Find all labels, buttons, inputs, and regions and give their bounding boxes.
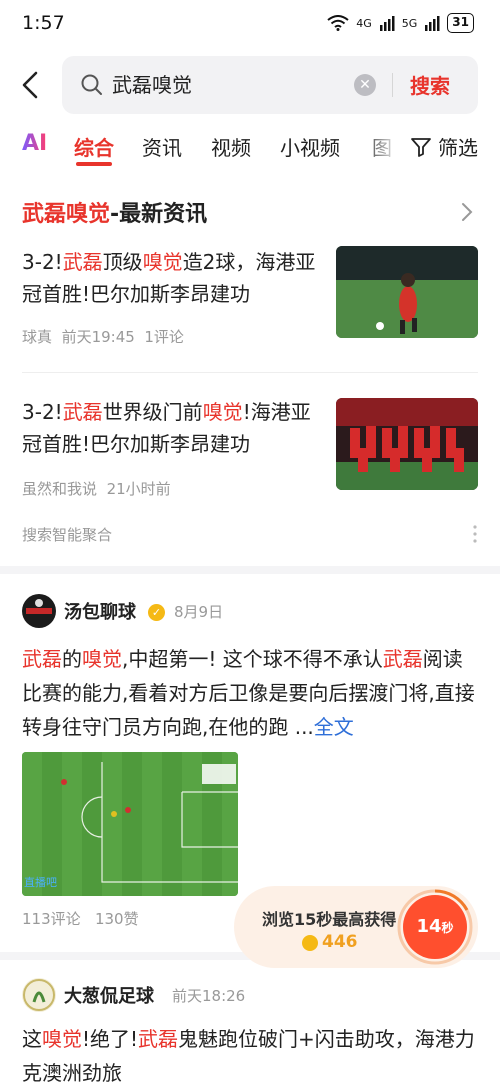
news-thumbnail bbox=[336, 246, 478, 338]
network-5g-label: 5G bbox=[401, 16, 418, 30]
signal-icon bbox=[379, 16, 395, 31]
full-text-link[interactable]: 全文 bbox=[314, 715, 354, 739]
signal-icon-2 bbox=[425, 16, 440, 31]
filter-label: 筛选 bbox=[438, 136, 478, 160]
section-suffix: -最新资讯 bbox=[110, 202, 208, 227]
countdown-timer: 14秒 bbox=[396, 888, 474, 966]
section-keyword: 武磊嗅觉 bbox=[22, 202, 111, 227]
author-name[interactable]: 汤包聊球 bbox=[64, 598, 136, 624]
tab-short-video[interactable]: 小视频 bbox=[280, 132, 340, 161]
status-time: 1:57 bbox=[22, 12, 65, 34]
search-divider bbox=[392, 73, 393, 97]
filter-button[interactable]: 筛选 bbox=[402, 132, 478, 161]
news-title: 3-2!武磊顶级嗅觉造2球，海港亚冠首胜!巴尔加斯李昂建功 bbox=[22, 250, 316, 306]
battery-icon: 31 bbox=[447, 13, 474, 33]
coin-icon bbox=[302, 935, 318, 951]
verified-icon: ✓ bbox=[148, 604, 165, 621]
news-source: 虽然和我说 bbox=[22, 480, 98, 498]
search-row: ✕ 搜索 bbox=[0, 56, 500, 114]
news-time: 21小时前 bbox=[106, 480, 171, 498]
back-arrow-icon[interactable] bbox=[18, 70, 44, 100]
tab-comprehensive[interactable]: 综合 bbox=[74, 132, 114, 161]
post-comments: 113评论 bbox=[22, 910, 81, 928]
latest-news-header[interactable]: 武磊嗅觉-最新资讯 bbox=[22, 196, 207, 228]
search-input[interactable] bbox=[112, 71, 392, 95]
post-body[interactable]: 武磊的嗅觉,中超第一! 这个球不得不承认武磊阅读比赛的能力,看着对方后卫像是要向… bbox=[22, 642, 480, 744]
smart-aggregate-label: 搜索智能聚合 bbox=[22, 526, 113, 544]
search-icon bbox=[81, 74, 102, 95]
news-thumbnail bbox=[336, 398, 478, 490]
reward-title: 浏览15秒最高获得 bbox=[262, 910, 397, 929]
search-box[interactable]: ✕ 搜索 bbox=[62, 56, 478, 114]
category-tabs: AI 综合 资讯 视频 小视频 图 筛选 bbox=[0, 128, 500, 168]
news-source: 球真 bbox=[22, 328, 53, 346]
news-title: 3-2!武磊世界级门前嗅觉!海港亚冠首胜!巴尔加斯李昂建功 bbox=[22, 400, 311, 456]
timer-value: 14秒 bbox=[403, 895, 467, 959]
search-button[interactable]: 搜索 bbox=[410, 70, 450, 99]
section-gap bbox=[0, 566, 500, 574]
avatar[interactable] bbox=[22, 978, 56, 1012]
wifi-icon bbox=[327, 15, 349, 31]
news-comments: 1评论 bbox=[144, 328, 184, 346]
tabs-fade bbox=[360, 128, 400, 168]
post-body[interactable]: 这嗅觉!绝了!武磊鬼魅跑位破门+闪击助攻，海港力克澳洲劲旅 bbox=[22, 1022, 480, 1083]
active-tab-indicator bbox=[76, 162, 112, 166]
post-header[interactable]: 大葱侃足球 前天18:26 bbox=[22, 978, 478, 1014]
news-item[interactable]: 3-2!武磊世界级门前嗅觉!海港亚冠首胜!巴尔加斯李昂建功 虽然和我说 21小时… bbox=[22, 396, 478, 506]
network-4g-label: 4G bbox=[356, 16, 372, 30]
post-video-thumbnail[interactable]: 直播吧 bbox=[22, 752, 238, 896]
clear-icon[interactable]: ✕ bbox=[354, 74, 376, 96]
browse-reward-widget[interactable]: 浏览15秒最高获得 446 14秒 bbox=[234, 886, 478, 968]
avatar[interactable] bbox=[22, 594, 56, 628]
status-bar: 1:57 4G 5G 31 bbox=[0, 0, 500, 50]
divider bbox=[22, 372, 478, 373]
filter-icon bbox=[411, 137, 431, 157]
reward-coins: 446 bbox=[322, 932, 358, 952]
tab-video[interactable]: 视频 bbox=[211, 132, 251, 161]
svg-text:直播吧: 直播吧 bbox=[24, 875, 57, 889]
news-meta: 虽然和我说 21小时前 bbox=[22, 478, 171, 499]
news-item[interactable]: 3-2!武磊顶级嗅觉造2球，海港亚冠首胜!巴尔加斯李昂建功 球真 前天19:45… bbox=[22, 246, 478, 356]
tab-news[interactable]: 资讯 bbox=[142, 132, 182, 161]
post-header[interactable]: 汤包聊球 ✓ 8月9日 bbox=[22, 594, 478, 630]
post-likes: 130赞 bbox=[94, 910, 139, 928]
news-meta: 球真 前天19:45 1评论 bbox=[22, 326, 184, 347]
post-date: 前天18:26 bbox=[172, 987, 246, 1005]
tab-ai[interactable]: AI bbox=[22, 131, 47, 156]
news-time: 前天19:45 bbox=[61, 328, 135, 346]
chevron-right-icon[interactable] bbox=[460, 202, 474, 222]
more-dots-icon[interactable] bbox=[472, 524, 478, 544]
status-icons: 4G 5G 31 bbox=[327, 13, 474, 33]
post-stats: 113评论 130赞 bbox=[22, 908, 139, 929]
author-name[interactable]: 大葱侃足球 bbox=[64, 982, 154, 1008]
post-date: 8月9日 bbox=[174, 603, 224, 621]
